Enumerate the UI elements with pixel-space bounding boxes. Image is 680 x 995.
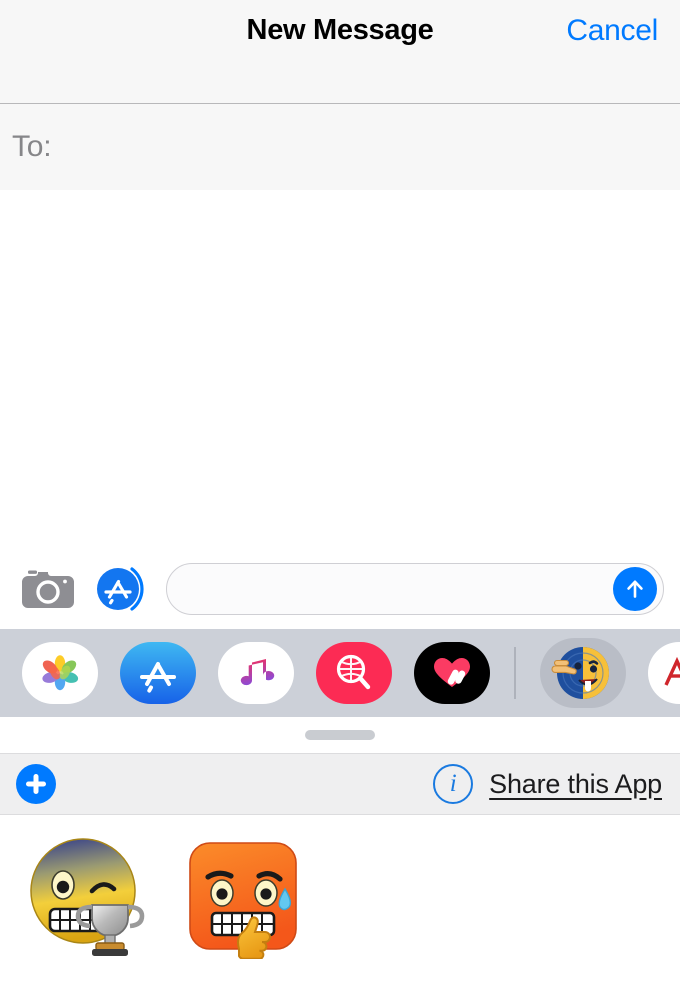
recipient-field-row[interactable]: To: <box>0 104 680 190</box>
sticker-panel <box>0 815 680 995</box>
add-app-button[interactable] <box>16 764 56 804</box>
info-button[interactable]: i <box>433 764 474 804</box>
app-store-button[interactable] <box>92 561 152 617</box>
ad-app-icon <box>664 656 680 686</box>
messages-new-message-screen: New Message Cancel To: i Share this App <box>0 0 680 995</box>
navigation-bar: New Message Cancel <box>0 0 680 104</box>
photos-icon <box>42 655 79 691</box>
conversation-canvas <box>0 190 680 549</box>
recipient-label: To: <box>12 130 52 163</box>
share-this-app-link[interactable]: Share this App <box>489 769 662 800</box>
digital-touch-icon <box>414 642 490 704</box>
app-drawer-item-music[interactable] <box>218 642 294 704</box>
emoji-stickers-icon <box>551 647 609 699</box>
plus-icon <box>26 774 46 794</box>
message-input[interactable] <box>185 575 613 603</box>
cancel-button[interactable]: Cancel <box>566 14 658 48</box>
message-input-wrap[interactable] <box>166 563 664 615</box>
drawer-handle-row <box>0 717 680 753</box>
app-drawer-separator <box>514 647 516 699</box>
sticker-trophy-grin-emoji[interactable] <box>26 833 152 959</box>
camera-icon <box>22 570 74 608</box>
app-drawer-item-images[interactable] <box>316 642 392 704</box>
app-store-icon <box>97 567 144 611</box>
app-drawer-item-emoji-stickers[interactable] <box>540 638 626 708</box>
arrow-up-icon <box>627 580 643 598</box>
sticker-sweating-grimace-emoji[interactable] <box>182 833 308 959</box>
drawer-drag-handle[interactable] <box>305 730 375 740</box>
recipient-input[interactable] <box>51 130 680 164</box>
camera-button[interactable] <box>18 566 78 612</box>
app-drawer-item-ad-app[interactable] <box>648 642 680 704</box>
compose-bar <box>0 549 680 629</box>
images-search-icon <box>316 642 392 704</box>
app-drawer-item-photos[interactable] <box>22 642 98 704</box>
app-toolbar: i Share this App <box>0 753 680 815</box>
send-button[interactable] <box>613 567 657 611</box>
app-store-drawer-icon <box>120 642 196 704</box>
app-drawer-item-digital-touch[interactable] <box>414 642 490 704</box>
app-drawer-item-app-store[interactable] <box>120 642 196 704</box>
imessage-app-drawer[interactable] <box>0 629 680 717</box>
music-note-icon <box>240 659 275 686</box>
